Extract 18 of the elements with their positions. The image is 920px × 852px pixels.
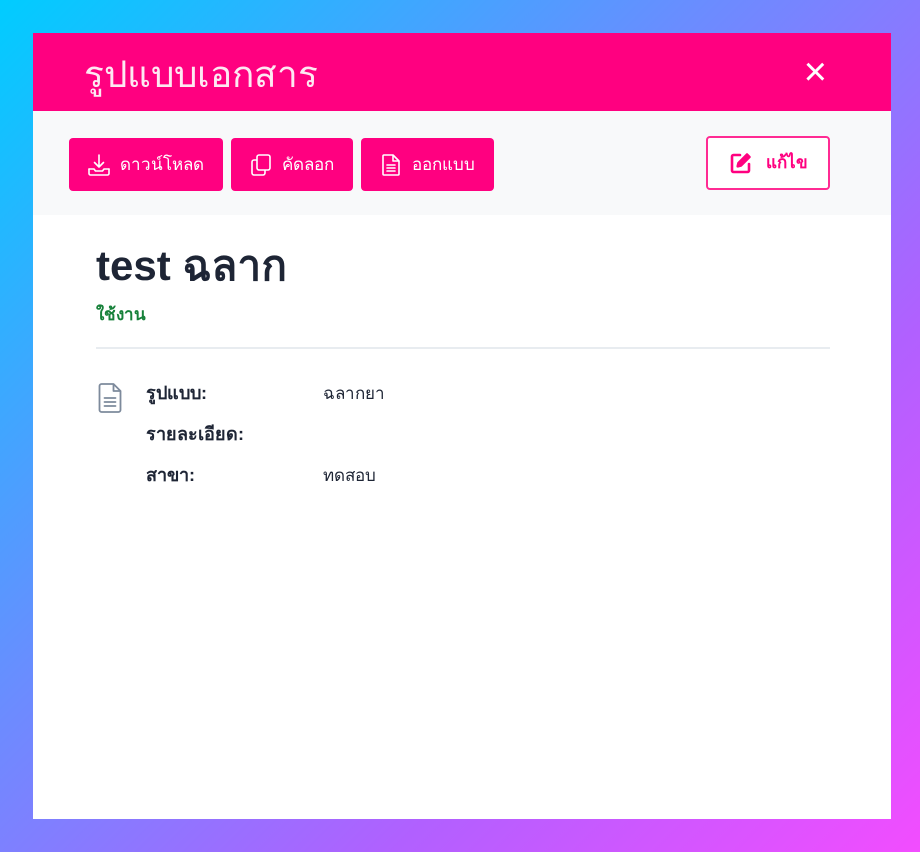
dialog-title: รูปแบบเอกสาร (84, 52, 318, 98)
field-value: ทดสอบ (323, 465, 377, 488)
edit-button[interactable]: แก้ไข (706, 136, 830, 190)
edit-icon (730, 152, 752, 174)
document-icon (98, 383, 122, 414)
close-button[interactable]: × (800, 52, 831, 92)
field-label: รูปแบบ: (146, 382, 208, 406)
copy-button[interactable]: คัดลอก (231, 138, 353, 191)
document-icon (380, 154, 402, 176)
field-value: ฉลากยา (323, 383, 385, 406)
document-title: test ฉลาก (96, 241, 288, 291)
field-label: รายละเอียด: (146, 423, 245, 446)
status-text: ใช้งาน (96, 303, 147, 326)
copy-icon (250, 154, 272, 176)
field-label: สาขา: (146, 464, 196, 488)
export-button[interactable]: ออกแบบ (361, 138, 494, 191)
download-tray-icon (88, 154, 110, 176)
download-button[interactable]: ดาวน์โหลด (69, 138, 223, 191)
